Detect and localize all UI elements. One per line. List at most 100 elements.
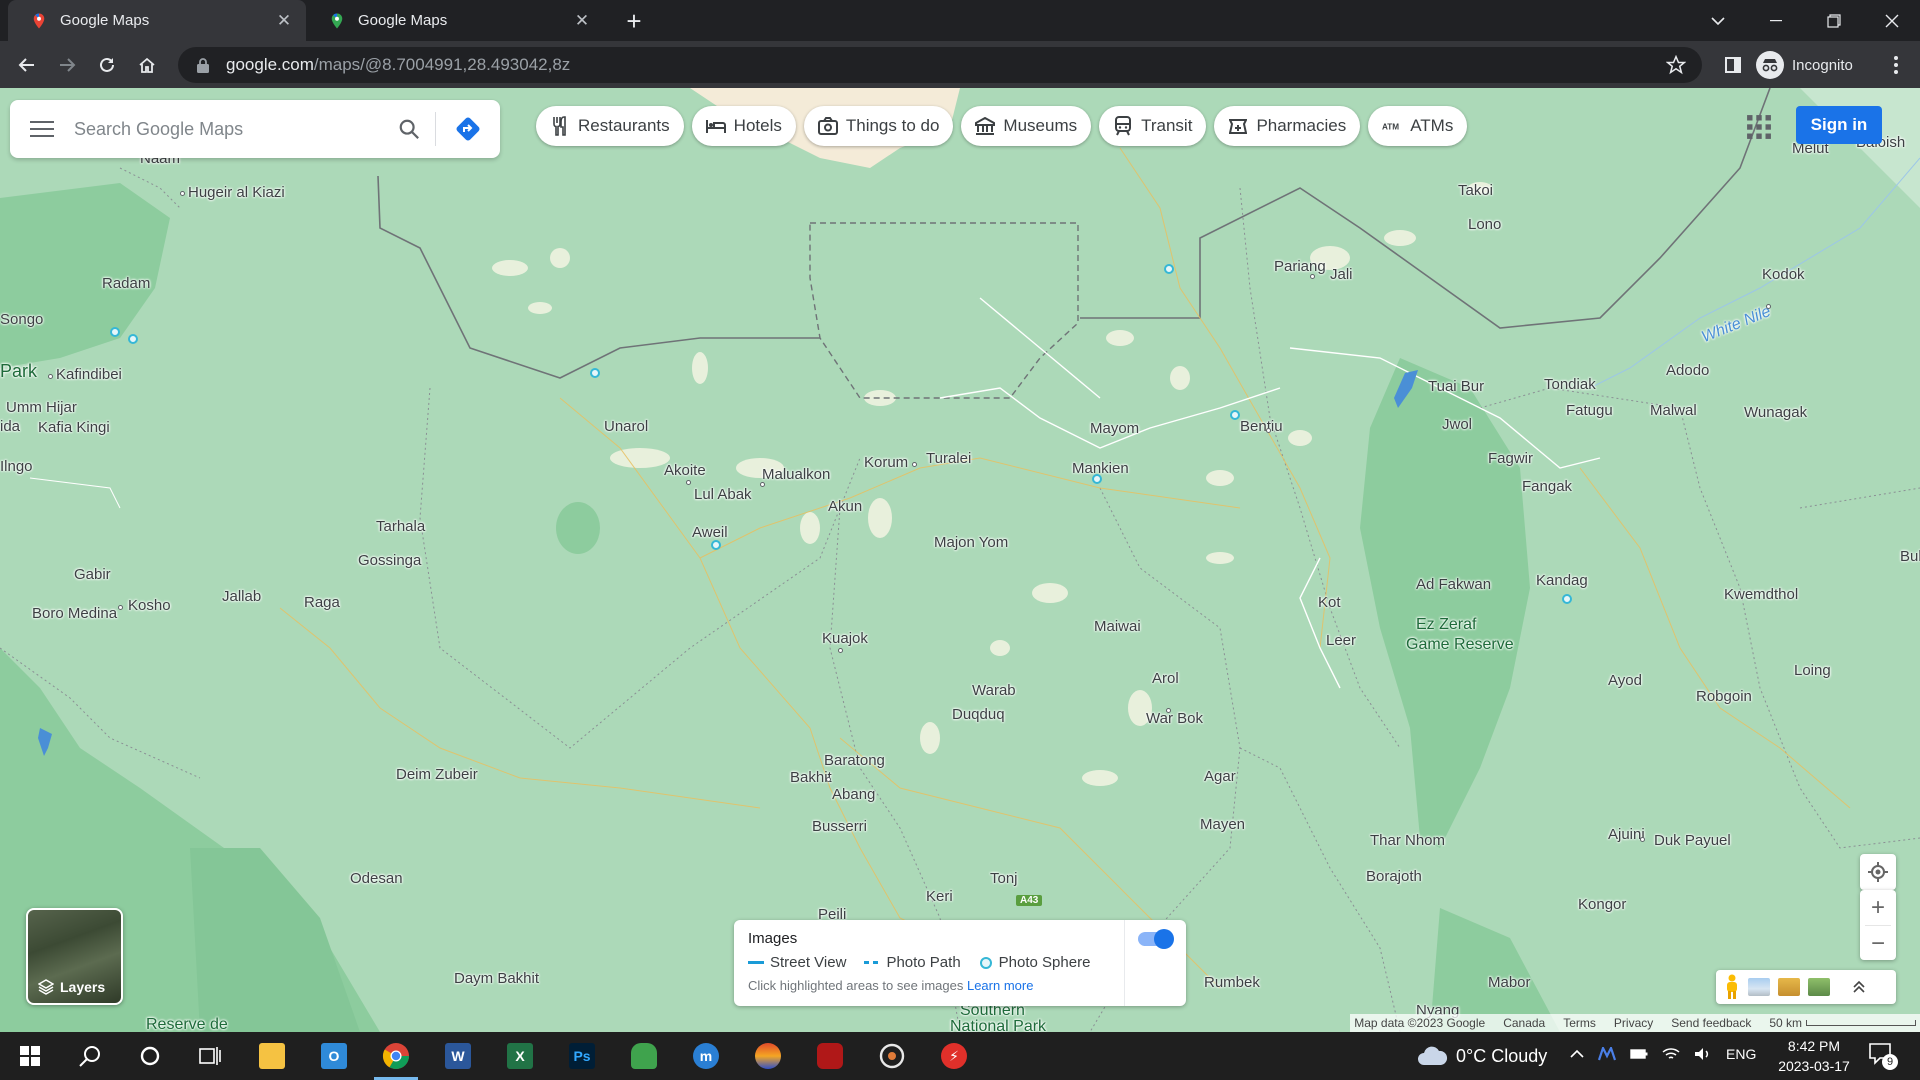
zoom-in-button[interactable]: + [1860,890,1896,925]
place-label[interactable]: Deim Zubeir [396,766,478,783]
attrib-link-privacy[interactable]: Privacy [1614,1016,1653,1030]
place-label[interactable]: Duqduq [952,706,1005,723]
cortana-icon[interactable] [120,1032,180,1080]
photo-sphere-marker[interactable] [1164,264,1174,274]
close-tab-icon[interactable]: ✕ [572,11,592,31]
bookmark-star-icon[interactable] [1666,55,1686,75]
place-label[interactable]: Songo [0,311,43,328]
place-label[interactable]: Agar [1204,768,1236,785]
wifi-icon[interactable] [1662,1047,1680,1061]
place-label[interactable]: Gabir [74,566,111,583]
place-label[interactable]: Umm Hijar [6,399,77,416]
chrome-icon[interactable] [366,1032,426,1080]
place-label[interactable]: Ad Fakwan [1416,576,1491,593]
place-label[interactable]: Lul Abak [694,486,752,503]
place-label[interactable]: Fagwir [1488,450,1533,467]
place-label[interactable]: Rumbek [1204,974,1260,991]
reload-button[interactable] [91,49,123,81]
place-label[interactable]: Unarol [604,418,648,435]
map-canvas[interactable]: Naam Hugeir al Kiazi Radam Songo Park Ka… [0,88,1920,1032]
place-label[interactable]: Jallab [222,588,261,605]
place-label[interactable]: Lono [1468,216,1501,233]
place-label[interactable]: War Bok [1146,710,1203,727]
photo-sphere-marker[interactable] [128,334,138,344]
place-label[interactable]: Tarhala [376,518,425,535]
imagery-thumb-1[interactable] [1748,978,1770,996]
imagery-thumb-3[interactable] [1808,978,1830,996]
place-label[interactable]: Thar Nhom [1370,832,1445,849]
place-label[interactable]: Busserri [812,818,867,835]
media-icon[interactable] [862,1032,922,1080]
layers-button[interactable]: Layers [26,908,123,1005]
place-label[interactable]: Kuajok [822,630,868,647]
outlook-icon[interactable]: O [304,1032,364,1080]
place-label[interactable]: Kandag [1536,572,1588,589]
photoshop-icon[interactable]: Ps [552,1032,612,1080]
place-label[interactable]: Korum [864,454,908,471]
place-label[interactable]: Jwol [1442,416,1472,433]
place-label[interactable]: Borajoth [1366,868,1422,885]
attrib-link-terms[interactable]: Terms [1563,1016,1596,1030]
place-label[interactable]: Kodok [1762,266,1805,283]
forward-button[interactable] [51,49,83,81]
learn-more-link[interactable]: Learn more [967,978,1033,993]
app-icon[interactable] [738,1032,798,1080]
place-label[interactable]: Jali [1330,266,1353,283]
images-toggle[interactable] [1138,929,1174,949]
chip-things-to-do[interactable]: Things to do [803,106,954,146]
close-tab-icon[interactable]: ✕ [274,11,294,31]
place-label[interactable]: Aweil [692,524,728,541]
place-label[interactable]: Akoite [664,462,706,479]
place-label[interactable]: Fangak [1522,478,1572,495]
place-label[interactable]: Kwemdthol [1724,586,1798,603]
side-panel-icon[interactable] [1717,49,1749,81]
place-label[interactable]: Tondiak [1544,376,1596,393]
meet-icon[interactable] [1598,1047,1616,1061]
park-label[interactable]: Reserve de [146,1016,228,1032]
start-icon[interactable] [0,1032,60,1080]
search-input[interactable] [74,118,383,140]
place-label[interactable]: Adodo [1666,362,1709,379]
place-label[interactable]: Kot [1318,594,1341,611]
place-label[interactable]: Boro Medina [32,605,117,622]
chrome-menu-icon[interactable] [1880,49,1912,81]
imagery-thumb-2[interactable] [1778,978,1800,996]
chip-museums[interactable]: Museums [961,106,1092,146]
place-label[interactable]: ida [0,418,20,435]
chip-hotels[interactable]: Hotels [691,106,796,146]
notification-center-icon[interactable]: 9 [1868,1042,1898,1070]
place-label[interactable]: Fatugu [1566,402,1613,419]
place-label[interactable]: Ilngo [0,458,33,475]
place-label[interactable]: Keri [926,888,953,905]
park-label[interactable]: National Park [950,1018,1046,1032]
task-view-icon[interactable] [180,1032,240,1080]
place-label[interactable]: Radam [102,275,150,292]
language-indicator[interactable]: ENG [1726,1046,1756,1062]
chip-restaurants[interactable]: Restaurants [536,106,684,146]
file-explorer-icon[interactable] [242,1032,302,1080]
chevron-up-icon[interactable] [1570,1049,1584,1059]
search-icon[interactable] [383,100,435,158]
pegman-icon[interactable] [1724,974,1740,1000]
place-label[interactable]: Odesan [350,870,403,887]
place-label[interactable]: Park [0,361,37,382]
red-app-icon[interactable] [800,1032,860,1080]
place-label[interactable]: Warab [972,682,1016,699]
place-label[interactable]: Malualkon [762,466,830,483]
place-label[interactable]: Mayom [1090,420,1139,437]
place-label[interactable]: Tuai Bur [1428,378,1484,395]
place-label[interactable]: Malwal [1650,402,1697,419]
place-label[interactable]: Kafindibei [56,366,122,383]
place-label[interactable]: Kafia Kingi [38,419,110,436]
place-label[interactable]: Mabor [1488,974,1531,991]
photo-sphere-marker[interactable] [711,540,721,550]
place-label[interactable]: Pariang [1274,258,1326,275]
place-label[interactable]: Arol [1152,670,1179,687]
google-apps-icon[interactable] [1746,114,1772,140]
photo-sphere-marker[interactable] [1230,410,1240,420]
place-label[interactable]: Turalei [926,450,971,467]
mu-icon[interactable]: m [676,1032,736,1080]
place-label[interactable]: Ayod [1608,672,1642,689]
back-button[interactable] [11,49,43,81]
chip-atms[interactable]: ATM ATMs [1368,106,1468,146]
